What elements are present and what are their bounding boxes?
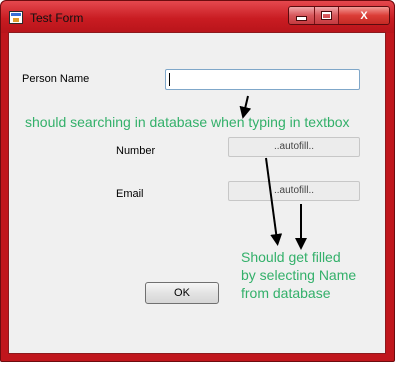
arrow-to-search-note (239, 95, 252, 119)
annotation-arrows (239, 95, 307, 250)
arrow-to-number (265, 157, 283, 246)
